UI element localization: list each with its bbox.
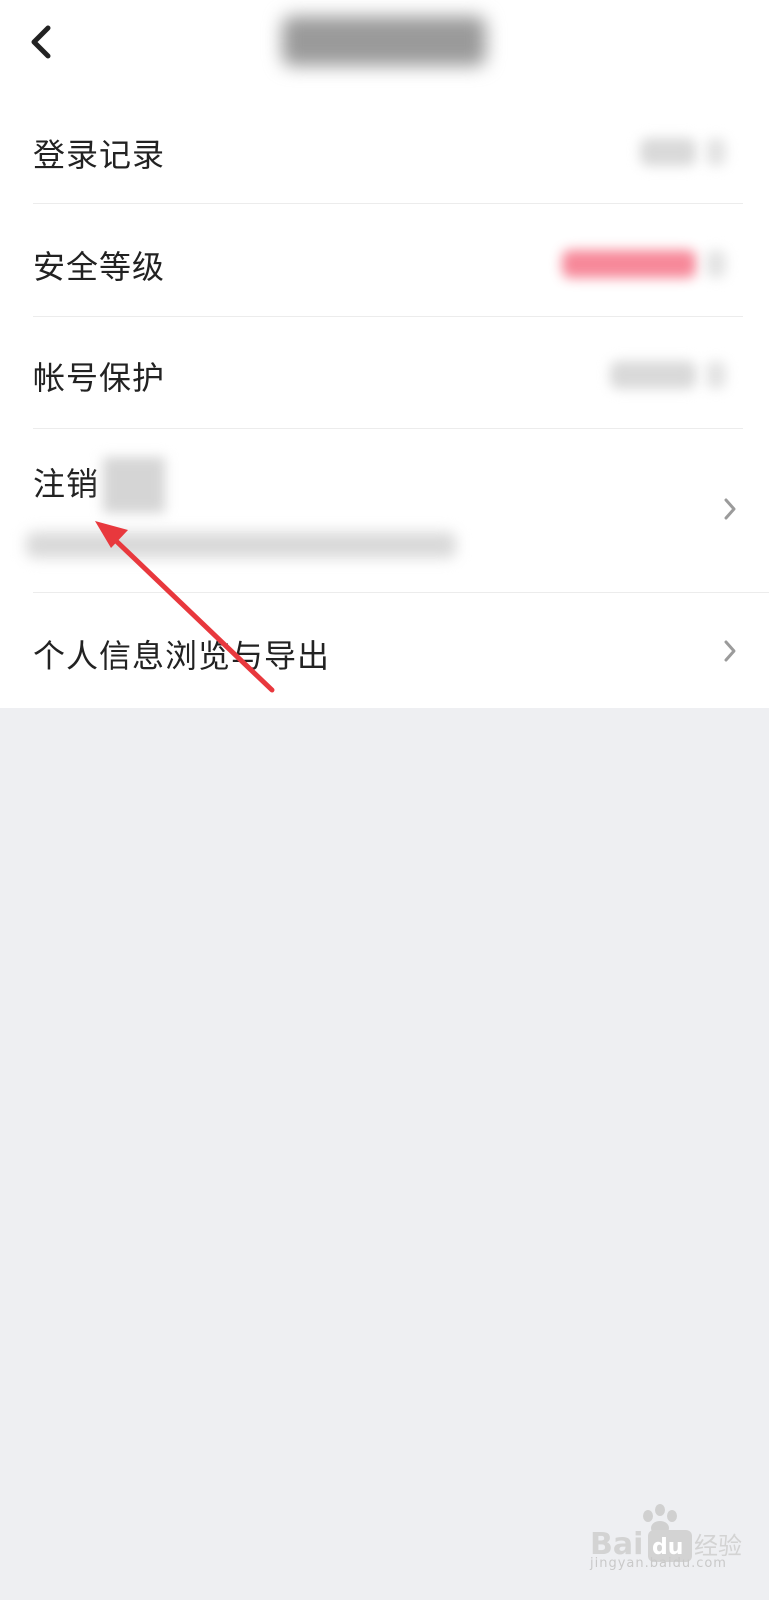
- page-title-blurred: [282, 16, 486, 66]
- row-value-blurred: [610, 361, 696, 389]
- row-security-level[interactable]: 安全等级: [0, 204, 769, 316]
- chevron-right-icon: [724, 640, 736, 662]
- row-login-records[interactable]: 登录记录: [0, 100, 769, 203]
- chevron-right-icon: [706, 250, 726, 278]
- chevron-right-icon: [706, 138, 726, 166]
- chevron-right-icon: [724, 498, 736, 520]
- chevron-left-icon: [31, 25, 51, 59]
- row-label: 个人信息浏览与导出: [33, 637, 331, 675]
- row-label-blurred-tail: [103, 457, 165, 513]
- row-value-blurred: [562, 250, 696, 278]
- row-label: 安全等级: [33, 248, 166, 286]
- row-value-blurred: [640, 138, 696, 166]
- row-account-protection[interactable]: 帐号保护: [0, 317, 769, 428]
- header-bar: [0, 0, 769, 90]
- row-label: 登录记录: [33, 136, 166, 174]
- watermark-url: jingyan.baidu.com: [590, 1556, 727, 1571]
- chevron-right-icon: [706, 361, 726, 389]
- row-personal-info-export[interactable]: 个人信息浏览与导出: [0, 593, 769, 708]
- settings-panel: 登录记录 安全等级 帐号保护 注销 个人信息浏览与导出: [0, 0, 769, 708]
- back-button[interactable]: [26, 20, 60, 64]
- row-label: 注销: [33, 465, 100, 503]
- row-subtitle-blurred: [26, 532, 456, 558]
- row-label: 帐号保护: [33, 359, 166, 397]
